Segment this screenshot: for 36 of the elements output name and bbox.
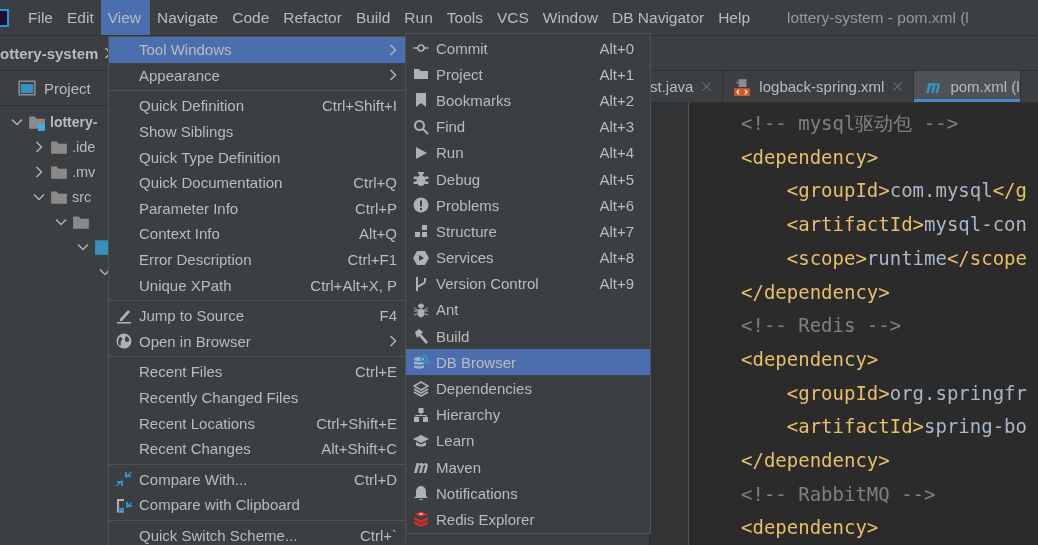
- keyboard-shortcut: Alt+0: [599, 39, 634, 57]
- window-title: lottery-system - pom.xml (l: [787, 7, 969, 28]
- keyboard-shortcut: Alt+7: [599, 222, 634, 240]
- keyboard-shortcut: Alt+6: [599, 196, 634, 214]
- keyboard-shortcut: Alt+8: [599, 249, 634, 267]
- keyboard-shortcut: Alt+4: [599, 144, 634, 162]
- code-line: <dependency>: [741, 515, 880, 541]
- code-line: <artifactId>mysql-con: [785, 212, 1027, 238]
- code-line: <dependency>: [741, 346, 880, 372]
- keyboard-shortcut: Alt+5: [599, 170, 634, 188]
- code-line: <groupId>org.springfr: [785, 380, 1027, 406]
- code-line: <artifactId>spring-bo: [785, 414, 1027, 440]
- keyboard-shortcut: Alt+Shift+C: [321, 440, 397, 458]
- keyboard-shortcut: Alt+1: [599, 65, 634, 83]
- keyboard-shortcut: Ctrl+E: [354, 363, 397, 381]
- code-comment: <!-- Redis -->: [741, 313, 903, 339]
- keyboard-shortcut: Ctrl+Alt+X, P: [310, 276, 397, 294]
- keyboard-shortcut: Alt+3: [599, 118, 634, 136]
- code-line: <dependency>: [741, 144, 880, 170]
- keyboard-shortcut: Ctrl+F1: [347, 251, 397, 269]
- keyboard-shortcut: Ctrl+P: [354, 199, 397, 217]
- code-line: </dependency>: [741, 279, 891, 305]
- keyboard-shortcut: Ctrl+Q: [353, 174, 397, 192]
- keyboard-shortcut: Ctrl+`: [359, 527, 397, 544]
- keyboard-shortcut: Alt+2: [599, 91, 634, 109]
- code-comment: <!-- RabbitMQ -->: [741, 481, 937, 507]
- code-line: <scope>runtime</scope: [785, 245, 1027, 271]
- code-comment: <!-- mysql驱动包 -->: [741, 111, 960, 137]
- code-line: </dependency>: [741, 447, 891, 473]
- keyboard-shortcut: Alt+Q: [359, 225, 397, 243]
- keyboard-shortcut: Ctrl+Shift+E: [316, 414, 397, 432]
- keyboard-shortcut: Alt+9: [599, 275, 634, 293]
- keyboard-shortcut: Ctrl+Shift+I: [321, 97, 397, 115]
- keyboard-shortcut: F4: [379, 307, 397, 325]
- keyboard-shortcut: Ctrl+D: [354, 470, 397, 488]
- code-line: <groupId>com.mysql</g: [785, 178, 1027, 204]
